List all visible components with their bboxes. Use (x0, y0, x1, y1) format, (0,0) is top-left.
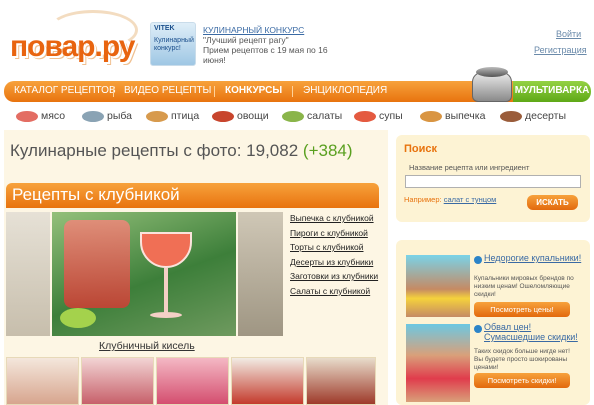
poultry-icon (146, 110, 168, 122)
info-icon (474, 325, 482, 333)
promo-brand: VITEK (154, 25, 175, 32)
featured-photo[interactable] (52, 212, 236, 336)
category-vegetables[interactable]: овощи (212, 108, 269, 124)
ad-text: Купальники мировых брендов по низким цен… (474, 275, 574, 298)
category-label: птица (171, 110, 200, 122)
nav-separator (214, 86, 215, 97)
soup-icon (354, 110, 376, 122)
related-link[interactable]: Салаты с клубникой (290, 286, 370, 296)
category-label: выпечка (445, 110, 486, 122)
counter-label: Кулинарные рецепты с фото: (10, 141, 242, 160)
nav-separator (292, 86, 293, 97)
site-logo[interactable]: повар.ру (8, 10, 138, 72)
logo-text: повар.ру (10, 30, 135, 63)
featured-recipe-link[interactable]: Клубничный кисель (99, 340, 195, 352)
category-pastry[interactable]: выпечка (420, 108, 485, 124)
ad-title[interactable]: Обвал цен! Сумасшедшие скидки! (484, 322, 594, 342)
category-meat[interactable]: мясо (16, 108, 65, 124)
recipe-thumbnail[interactable] (231, 357, 304, 405)
category-label: овощи (237, 110, 269, 122)
category-label: десерты (525, 110, 567, 122)
photo-glass-base (150, 312, 182, 318)
ad-text: Таких скидок больше нигде нет! Вы будете… (474, 348, 570, 371)
recipe-counter: Кулинарные рецепты с фото: 19,082 (+384) (10, 141, 353, 161)
search-title: Поиск (404, 143, 438, 155)
nav-item-catalog[interactable]: Каталог рецептов (14, 85, 116, 96)
related-link[interactable]: Заготовки из клубники (290, 271, 378, 281)
promo-text-block: Кулинарный конкурс "Лучший рецепт рагу" … (203, 25, 328, 65)
nav-item-contests[interactable]: Конкурсы (225, 85, 282, 96)
recipe-thumbnail[interactable] (6, 357, 79, 405)
recipe-thumbnail[interactable] (156, 357, 229, 405)
category-label: салаты (307, 110, 343, 122)
ad-image[interactable] (406, 255, 470, 317)
carousel-photo-next[interactable] (238, 212, 283, 336)
nav-item-multicooker[interactable]: Мультиварка (513, 81, 591, 102)
related-link[interactable]: Торты с клубникой (290, 242, 364, 252)
category-label: мясо (41, 110, 66, 122)
category-salads[interactable]: салаты (282, 108, 342, 124)
search-input[interactable] (405, 175, 581, 188)
photo-jug (64, 220, 130, 308)
ad-title[interactable]: Недорогие купальники! (484, 253, 581, 263)
related-link[interactable]: Выпечка с клубникой (290, 213, 374, 223)
pastry-icon (420, 110, 442, 122)
promo-subtitle: "Лучший рецепт рагу" (203, 35, 289, 45)
salad-icon (282, 110, 304, 122)
category-poultry[interactable]: птица (146, 108, 199, 124)
photo-glass (140, 232, 192, 268)
ad-button[interactable]: Посмотреть скидки! (474, 373, 570, 388)
recipe-thumbnail[interactable] (81, 357, 154, 405)
nav-item-video[interactable]: Видео рецепты (124, 85, 211, 96)
ad-button[interactable]: Посмотреть цены! (474, 302, 570, 317)
nav-item-encyclopedia[interactable]: Энциклопедия (303, 85, 387, 96)
category-soups[interactable]: супы (354, 108, 403, 124)
photo-glass-stem (164, 268, 168, 314)
meat-icon (16, 110, 38, 122)
photo-lime (60, 308, 96, 328)
carousel-photo-prev[interactable] (6, 212, 50, 336)
search-example-link[interactable]: салат с тунцом (444, 195, 497, 204)
category-fish[interactable]: рыба (82, 108, 132, 124)
category-label: супы (379, 110, 403, 122)
multicooker-icon[interactable] (470, 64, 514, 104)
ad-image[interactable] (406, 324, 470, 402)
multicooker-lid (476, 67, 508, 77)
category-desserts[interactable]: десерты (500, 108, 566, 124)
search-button[interactable]: Искать (527, 195, 578, 210)
nav-separator (113, 86, 114, 97)
related-link[interactable]: Десерты из клубники (290, 257, 373, 267)
section-title[interactable]: Рецепты с клубникой (12, 185, 180, 205)
counter-delta: (+384) (302, 141, 353, 160)
info-icon (474, 256, 482, 264)
promo-title-link[interactable]: Кулинарный конкурс (203, 25, 328, 35)
search-example: Например: салат с тунцом (404, 195, 496, 204)
counter-value: 19,082 (246, 141, 299, 160)
related-link[interactable]: Пироги с клубникой (290, 228, 368, 238)
recipe-thumbnail[interactable] (306, 357, 376, 405)
dessert-icon (500, 110, 522, 122)
register-link[interactable]: Регистрация (534, 45, 587, 55)
promo-banner-image[interactable]: VITEK Кулинарный конкурс! (150, 22, 196, 66)
promo-dates: Прием рецептов с 19 мая по 16 июня! (203, 45, 328, 65)
search-hint: Название рецепта или ингредиент (409, 163, 530, 172)
promo-badge: Кулинарный конкурс! (154, 37, 194, 52)
fish-icon (82, 110, 104, 122)
login-link[interactable]: Войти (556, 29, 581, 39)
search-example-label: Например: (404, 195, 442, 204)
vegetables-icon (212, 110, 234, 122)
category-label: рыба (107, 110, 132, 122)
